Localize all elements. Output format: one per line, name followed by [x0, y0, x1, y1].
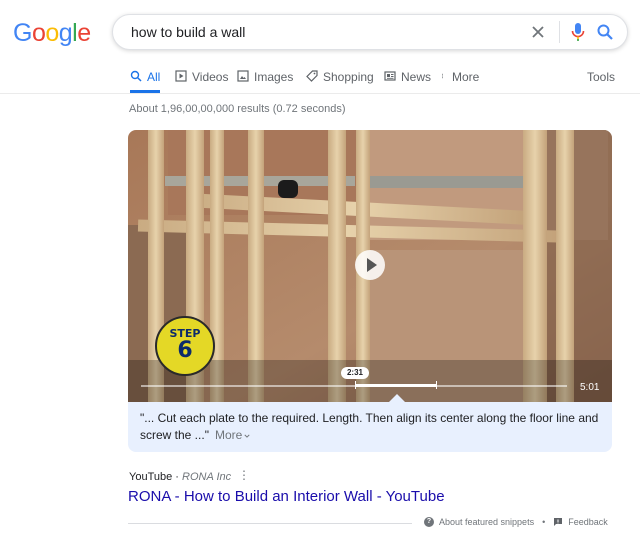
- logo-letter: G: [13, 19, 32, 47]
- search-button[interactable]: [595, 22, 615, 42]
- google-logo[interactable]: Google: [13, 20, 91, 46]
- result-menu-button[interactable]: ⋮: [238, 468, 250, 482]
- tab-label: Videos: [192, 70, 229, 84]
- snippet-text: "... Cut each plate to the required. Len…: [140, 411, 599, 442]
- source-channel: RONA Inc: [182, 471, 232, 483]
- newspaper-icon: [384, 71, 396, 81]
- result-source: YouTube · RONA Inc: [129, 471, 231, 483]
- segment-start-marker: [355, 381, 356, 389]
- key-moment-segment[interactable]: [355, 384, 436, 387]
- current-time-label: 2:31: [341, 367, 369, 379]
- tab-videos[interactable]: Videos: [175, 62, 228, 93]
- search-tabs: All Videos Images Shopping News More Too…: [0, 62, 640, 94]
- logo-letter: g: [58, 19, 73, 47]
- search-input[interactable]: [131, 15, 511, 49]
- segment-end-marker: [436, 381, 437, 389]
- tab-images[interactable]: Images: [237, 62, 293, 93]
- more-label: More: [214, 428, 243, 442]
- search-box: [112, 14, 628, 50]
- tab-label: All: [147, 70, 161, 84]
- more-link[interactable]: More: [215, 428, 250, 442]
- tab-more[interactable]: More: [441, 62, 479, 93]
- voice-search-button[interactable]: [568, 21, 588, 43]
- tab-label: News: [401, 70, 432, 84]
- tab-all[interactable]: All: [130, 62, 161, 93]
- footer-bullet: •: [542, 517, 546, 527]
- search-icon: [597, 24, 613, 40]
- chevron-down-icon: [244, 434, 250, 438]
- close-icon: [532, 26, 544, 38]
- source-site: YouTube: [129, 471, 173, 483]
- image-icon: [237, 70, 249, 82]
- search-icon: [130, 70, 142, 82]
- clear-button[interactable]: [529, 23, 547, 41]
- video-player[interactable]: STEP 6 2:31 5:01: [128, 130, 612, 402]
- feedback-icon: [554, 518, 563, 526]
- divider: [128, 523, 412, 524]
- logo-letter: e: [77, 19, 91, 47]
- help-icon: ?: [424, 517, 434, 527]
- tab-label: Shopping: [323, 70, 374, 84]
- tag-icon: [306, 70, 318, 82]
- vertical-dots-icon: [442, 73, 443, 79]
- logo-letter: o: [45, 19, 59, 47]
- divider: [559, 21, 560, 43]
- microphone-icon: [571, 23, 585, 41]
- tab-shopping[interactable]: Shopping: [306, 62, 374, 93]
- result-title-link[interactable]: RONA - How to Build an Interior Wall - Y…: [128, 488, 445, 505]
- about-featured-snippets-link[interactable]: About featured snippets: [439, 517, 534, 527]
- result-stats: About 1,96,00,00,000 results (0.72 secon…: [129, 103, 346, 115]
- step-badge: STEP 6: [155, 316, 215, 376]
- logo-letter: o: [31, 19, 46, 47]
- video-duration: 5:01: [580, 382, 600, 393]
- tab-label: Images: [254, 70, 294, 84]
- progress-track[interactable]: [141, 385, 567, 387]
- source-separator: ·: [172, 471, 183, 483]
- step-number: 6: [177, 338, 193, 363]
- snippet-pointer: [389, 394, 405, 402]
- feedback-link[interactable]: Feedback: [568, 517, 608, 527]
- video-play-icon: [175, 70, 187, 82]
- featured-snippet: "... Cut each plate to the required. Len…: [128, 402, 612, 452]
- play-button[interactable]: [355, 250, 385, 280]
- tools-button[interactable]: Tools: [587, 70, 615, 84]
- snippet-footer: ? About featured snippets • Feedback: [424, 517, 608, 527]
- tab-label: More: [452, 70, 480, 84]
- tab-news[interactable]: News: [384, 62, 431, 93]
